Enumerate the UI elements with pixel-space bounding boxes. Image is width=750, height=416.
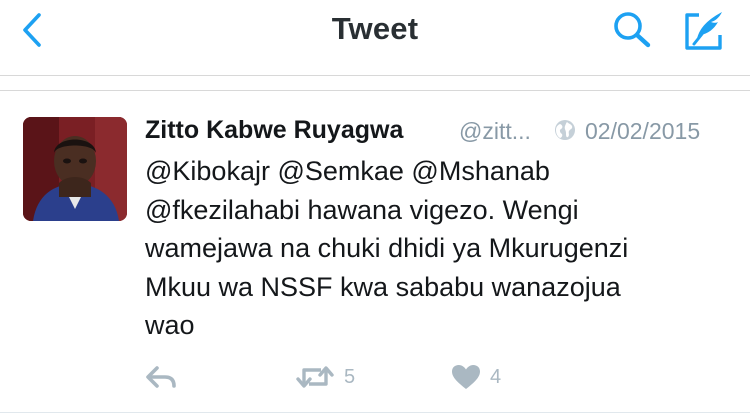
tweet-header: Zitto Kabwe Ruyagwa @zitt... 02/02/2015	[145, 116, 735, 150]
profile-photo	[23, 117, 127, 221]
like-count: 4	[490, 365, 502, 388]
heart-icon	[452, 365, 480, 389]
tweet-text-line: @Kibokajr @Semkae @Mshanab	[145, 156, 550, 186]
tweet-text-line: wao	[145, 310, 195, 340]
compose-tweet-icon	[685, 12, 722, 50]
reply-icon	[146, 366, 176, 388]
tweet-text-line: wamejawa na chuki dhidi ya Mkurugenzi	[145, 233, 629, 263]
retweet-count: 5	[344, 365, 356, 388]
section-divider	[0, 77, 750, 91]
tweet-actions: 5 4	[145, 360, 705, 394]
retweet-icon	[296, 366, 334, 388]
tweet-text-line: @fkezilahabi hawana vigezo. Wengi	[145, 194, 579, 225]
author-name[interactable]: Zitto Kabwe Ruyagwa	[145, 116, 403, 145]
compose-tweet-button[interactable]	[680, 6, 728, 54]
navigation-bar: Tweet	[0, 0, 750, 76]
tweet-text: @Kibokajr @Semkae @Mshanab @fkezilahabi …	[145, 152, 725, 345]
search-button[interactable]	[608, 8, 656, 52]
avatar[interactable]	[23, 117, 127, 221]
reply-button[interactable]	[145, 360, 177, 394]
tweet[interactable]: Zitto Kabwe Ruyagwa @zitt... 02/02/2015 …	[0, 92, 750, 414]
search-icon	[614, 12, 651, 48]
tweet-date: 02/02/2015	[585, 118, 701, 144]
globe-icon	[555, 120, 575, 140]
tweet-text-line: Mkuu wa NSSF kwa sababu wanazojua	[145, 271, 621, 302]
author-handle[interactable]: @zitt...	[459, 118, 531, 145]
divider	[0, 412, 750, 413]
retweet-button[interactable]: 5	[295, 360, 355, 394]
like-button[interactable]: 4	[451, 360, 501, 394]
